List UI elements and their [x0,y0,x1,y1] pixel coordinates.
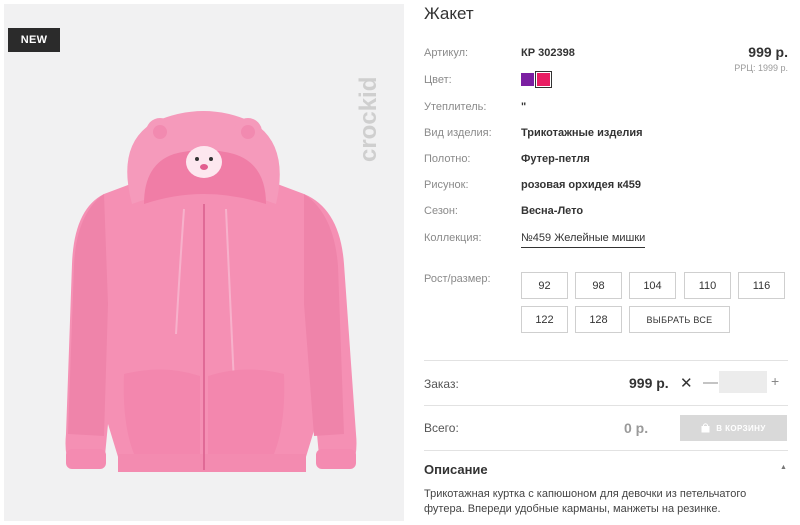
description-title: Описание [424,462,488,477]
attr-row-type: Вид изделия: Трикотажные изделия [424,124,794,144]
attr-row-article: Артикул: КР 302398 999 р. РРЦ: 1999 р. [424,44,794,73]
attr-row-season: Сезон: Весна-Лето [424,202,794,222]
svg-text:crockid: crockid [355,77,382,162]
description-text: Трикотажная куртка с капюшоном для девоч… [424,488,747,515]
attr-value: " [521,101,527,113]
divider [424,450,788,451]
attr-value: Весна-Лето [521,205,584,217]
attr-label: Полотно: [424,153,471,165]
attr-label: Коллекция: [424,232,482,244]
increase-quantity-button[interactable]: + [771,373,779,389]
attr-label: Сезон: [424,205,458,217]
color-swatch-purple[interactable] [521,73,534,86]
total-value: 0 р. [624,420,649,436]
order-label: Заказ: [424,377,459,391]
new-badge: NEW [8,28,60,52]
attr-value: розовая орхидея к459 [521,179,642,191]
attr-row-collection: Коллекция: №459 Желейные мишки [424,229,794,249]
order-price: 999 р. [629,375,669,391]
pink-hoodie-illustration [65,111,357,472]
add-to-cart-button[interactable]: В КОРЗИНУ [680,415,787,441]
attr-value: КР 302398 [521,47,575,59]
attr-value: Трикотажные изделия [521,127,643,139]
size-button-116[interactable]: 116 [738,272,785,299]
total-label: Всего: [424,421,459,435]
collapse-caret-icon[interactable]: ▲ [780,464,787,471]
sizes-label: Рост/размер: [424,273,491,285]
size-button-92[interactable]: 92 [521,272,568,299]
times-icon: ✕ [680,375,693,392]
attr-label: Артикул: [424,47,469,59]
size-button-104[interactable]: 104 [629,272,676,299]
attr-label: Цвет: [424,74,452,86]
attr-row-fabric: Полотно: Футер-петля [424,150,794,170]
divider [424,360,788,361]
shopping-bag-icon [701,423,710,433]
decrease-quantity-button[interactable]: — [703,374,718,391]
product-image[interactable]: NEW crockid [4,4,404,521]
attr-value: Футер-петля [521,153,590,165]
divider [424,405,788,406]
crockid-logo: crockid [355,77,382,162]
attr-label: Утеплитель: [424,101,487,113]
attr-row-print: Рисунок: розовая орхидея к459 [424,176,794,196]
color-swatch-pink[interactable] [535,71,552,88]
quantity-input[interactable] [719,371,767,393]
attr-row-color: Цвет: [424,71,794,91]
select-all-sizes-button[interactable]: ВЫБРАТЬ ВСЕ [629,306,730,333]
size-button-110[interactable]: 110 [684,272,731,299]
size-button-128[interactable]: 128 [575,306,622,333]
attr-row-insulation: Утеплитель: " [424,98,794,118]
size-button-122[interactable]: 122 [521,306,568,333]
product-title: Жакет [424,4,474,23]
collection-link[interactable]: №459 Желейные мишки [521,232,646,248]
add-to-cart-label: В КОРЗИНУ [716,423,766,433]
product-price: 999 р. [748,44,788,60]
size-button-98[interactable]: 98 [575,272,622,299]
attr-label: Вид изделия: [424,127,492,139]
attr-label: Рисунок: [424,179,469,191]
